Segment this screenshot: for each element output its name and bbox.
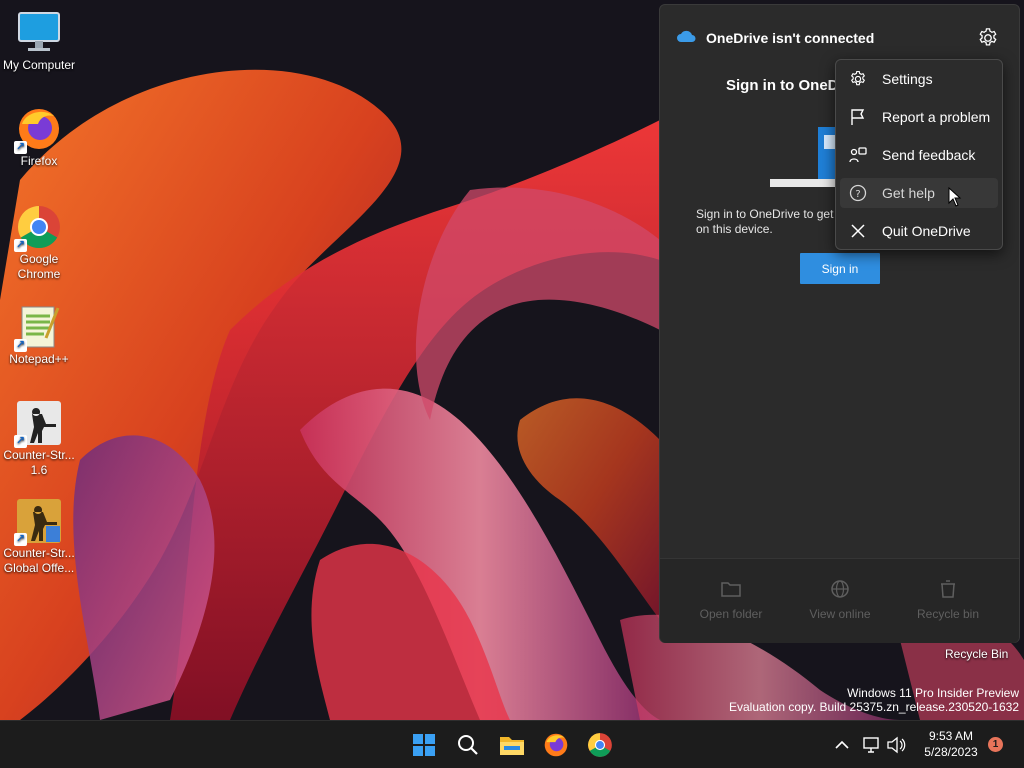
firefox-icon: ↗ [14, 106, 62, 154]
signin-heading: Sign in to OneD [726, 77, 839, 94]
search-icon[interactable] [454, 731, 482, 759]
signin-description: Sign in to OneDrive to get on this devic… [696, 207, 834, 236]
mouse-cursor-icon [948, 187, 962, 207]
menu-item-label: Settings [882, 71, 933, 87]
menu-item-settings[interactable]: Settings [840, 64, 998, 94]
chrome-icon[interactable] [586, 731, 614, 759]
watermark-line1: Windows 11 Pro Insider Preview [847, 686, 1019, 700]
desktop-icon-chrome[interactable]: ↗ Google Chrome [0, 204, 78, 282]
desktop-icon-recycle-bin-label[interactable]: Recycle Bin [945, 647, 1008, 661]
taskbar-clock[interactable]: 9:53 AM 5/28/2023 [920, 728, 982, 760]
counter-strike-icon: ↗ [14, 400, 62, 448]
svg-text:?: ? [855, 189, 860, 200]
onedrive-title: OneDrive isn't connected [706, 30, 875, 46]
gear-icon [848, 69, 868, 89]
desktop-icon-my-computer[interactable]: My Computer [0, 10, 78, 73]
chevron-up-icon[interactable] [828, 731, 856, 759]
windows-watermark: Windows 11 Pro Insider Preview Evaluatio… [729, 686, 1019, 714]
menu-item-label: Send feedback [882, 147, 976, 163]
globe-icon [831, 580, 849, 598]
shortcut-arrow-icon: ↗ [14, 339, 27, 352]
volume-icon[interactable] [882, 731, 910, 759]
open-folder-button[interactable]: Open folder [681, 579, 781, 621]
onedrive-settings-menu: Settings Report a problem Send feedback … [835, 59, 1003, 250]
desktop-icon-notepadpp[interactable]: ↗ Notepad++ [0, 304, 78, 367]
notepadpp-icon: ↗ [14, 304, 62, 352]
onedrive-footer: Open folder View online Recycle bin [660, 558, 1019, 643]
menu-item-send-feedback[interactable]: Send feedback [840, 140, 998, 170]
view-online-label: View online [809, 607, 871, 621]
shortcut-arrow-icon: ↗ [14, 239, 27, 252]
watermark-line2: Evaluation copy. Build 25375.zn_release.… [729, 700, 1019, 714]
signin-button[interactable]: Sign in [800, 253, 880, 284]
menu-item-label: Get help [882, 185, 935, 201]
open-folder-label: Open folder [699, 607, 763, 621]
menu-item-get-help[interactable]: ? Get help [840, 178, 998, 208]
shortcut-arrow-icon: ↗ [14, 141, 27, 154]
clock-date: 5/28/2023 [924, 745, 978, 759]
shortcut-arrow-icon: ↗ [14, 533, 27, 546]
folder-icon [721, 582, 741, 597]
desktop-icon-label: Counter-Str... 1.6 [3, 448, 75, 477]
desktop-icon-label: Counter-Str... Global Offe... [3, 546, 75, 575]
close-icon [848, 221, 868, 241]
desktop-icon-label: Firefox [20, 154, 58, 168]
notification-badge[interactable]: 1 [988, 737, 1003, 752]
chrome-icon: ↗ [14, 204, 62, 252]
desktop-icon-firefox[interactable]: ↗ Firefox [0, 106, 78, 169]
menu-item-quit-onedrive[interactable]: Quit OneDrive [840, 216, 998, 246]
monitor-icon [16, 10, 62, 56]
taskbar: 9:53 AM 5/28/2023 1 [0, 720, 1024, 768]
desktop-icon-label: Notepad++ [9, 352, 69, 366]
help-icon: ? [848, 183, 868, 203]
menu-item-label: Quit OneDrive [882, 223, 971, 239]
recycle-bin-button[interactable]: Recycle bin [898, 579, 998, 621]
menu-item-report-problem[interactable]: Report a problem [840, 102, 998, 132]
desktop-icon-csgo[interactable]: ↗ Counter-Str... Global Offe... [0, 498, 78, 576]
recycle-bin-label: Recycle bin [916, 607, 980, 621]
csgo-icon: ↗ [14, 498, 62, 546]
clock-time: 9:53 AM [928, 729, 974, 743]
laptop-illustration [770, 117, 848, 202]
desktop-icon-label: My Computer [2, 58, 76, 72]
start-icon[interactable] [410, 731, 438, 759]
onedrive-cloud-icon [676, 29, 696, 48]
shortcut-arrow-icon: ↗ [14, 435, 27, 448]
trash-icon [941, 580, 955, 598]
firefox-icon[interactable] [542, 731, 570, 759]
feedback-icon [848, 145, 868, 165]
flag-icon [848, 107, 868, 127]
file-explorer-icon[interactable] [498, 731, 526, 759]
onedrive-header: OneDrive isn't connected [676, 27, 874, 49]
menu-item-label: Report a problem [882, 109, 991, 125]
gear-icon[interactable] [977, 27, 999, 49]
desktop-icon-counter-strike[interactable]: ↗ Counter-Str... 1.6 [0, 400, 78, 478]
desktop-icon-label: Google Chrome [17, 252, 61, 281]
view-online-button[interactable]: View online [790, 579, 890, 621]
